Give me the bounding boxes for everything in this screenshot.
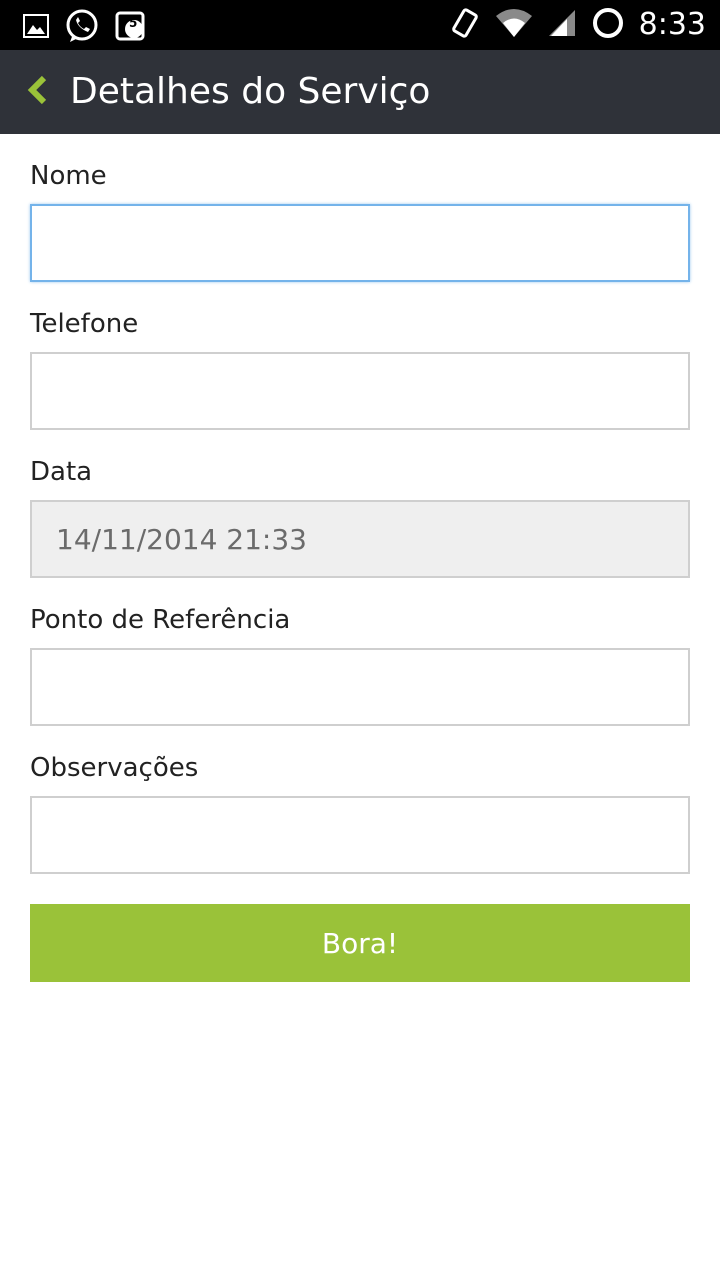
name-label: Nome: [30, 161, 107, 191]
image-icon: [22, 12, 50, 44]
notes-field[interactable]: [30, 796, 690, 874]
name-field[interactable]: [30, 204, 690, 282]
status-bar: 5 8:33: [0, 0, 720, 50]
action-bar: Detalhes do Serviço: [0, 50, 720, 134]
system-icons: 8:33: [437, 6, 706, 44]
signal-icon: [547, 8, 577, 42]
notes-label: Observações: [30, 753, 199, 783]
whatsapp-icon: [64, 8, 100, 48]
wifi-icon: [495, 8, 533, 42]
service-details-form: Nome Telefone Data Ponto de Referência O…: [30, 134, 690, 874]
notification-count: 5: [129, 16, 138, 30]
page-title: Detalhes do Serviço: [70, 71, 431, 112]
reference-point-label: Ponto de Referência: [30, 605, 291, 635]
submit-button[interactable]: Bora!: [30, 904, 690, 982]
phone-label: Telefone: [30, 309, 139, 339]
clock: 8:33: [638, 7, 706, 42]
notification-icons: 5: [22, 8, 162, 48]
badge-notification-icon: 5: [114, 9, 148, 47]
vibrate-icon: [451, 6, 481, 44]
date-field: [30, 500, 690, 578]
date-label: Data: [30, 457, 93, 487]
back-button[interactable]: [16, 70, 60, 114]
chevron-left-icon: [26, 74, 50, 110]
reference-point-field[interactable]: [30, 648, 690, 726]
phone-field[interactable]: [30, 352, 690, 430]
sync-icon: [591, 6, 625, 44]
